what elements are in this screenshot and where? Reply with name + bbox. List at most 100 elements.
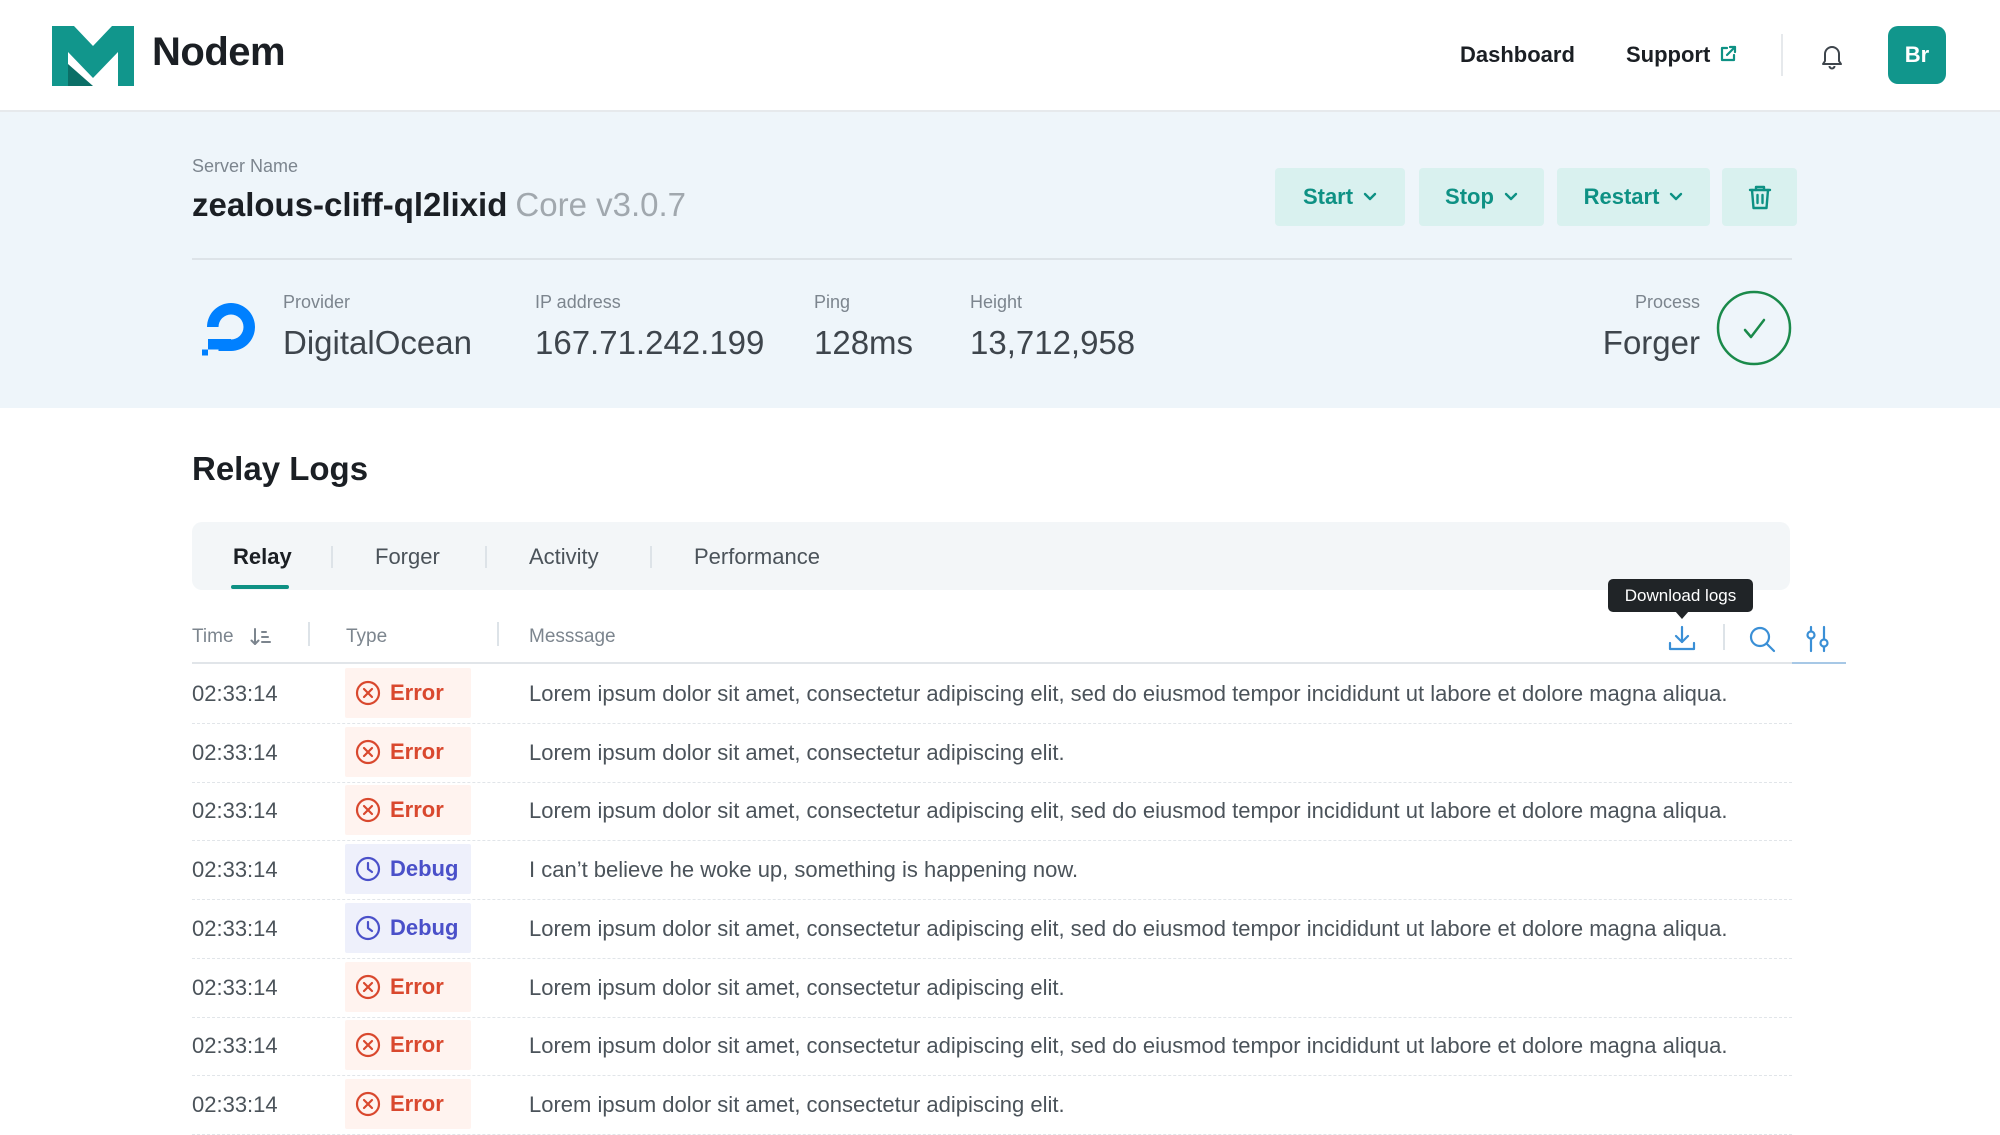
chevron-down-icon: [1670, 192, 1683, 201]
process-value: Forger: [1602, 324, 1700, 361]
log-time: 02:33:14: [192, 739, 278, 765]
tab-separator: [485, 546, 487, 568]
log-type-label: Error: [390, 973, 444, 999]
debug-clock-icon: [355, 856, 381, 882]
tab-relay[interactable]: Relay: [233, 544, 292, 570]
column-separator: [497, 622, 499, 646]
tab-forger[interactable]: Forger: [375, 544, 440, 570]
trash-icon: [1748, 185, 1771, 210]
tab-separator: [331, 546, 333, 568]
log-type-badge: Error: [345, 961, 471, 1012]
user-avatar[interactable]: Br: [1888, 26, 1946, 84]
tab-activity[interactable]: Activity: [529, 544, 599, 570]
log-type-badge: Error: [345, 1078, 471, 1129]
log-type-badge: Debug: [345, 844, 471, 895]
bell-icon[interactable]: [1819, 42, 1845, 70]
log-row[interactable]: 02:33:14 Error Lorem ipsum dolor sit amet,…: [192, 665, 1792, 724]
tab-performance[interactable]: Performance: [694, 544, 820, 570]
download-icon[interactable]: [1666, 623, 1698, 655]
process-status-check-icon: [1716, 290, 1792, 366]
delete-server-button[interactable]: [1722, 168, 1797, 226]
external-link-icon[interactable]: [1718, 44, 1738, 64]
log-message: Lorem ipsum dolor sit amet, consectetur …: [529, 1033, 1728, 1059]
digitalocean-logo-icon: [202, 303, 255, 356]
toolbar-separator: [1723, 624, 1725, 650]
log-type-label: Error: [390, 1032, 444, 1058]
error-x-circle-icon: [355, 798, 381, 823]
log-type-label: Error: [390, 1090, 444, 1116]
filter-settings-icon[interactable]: [1802, 623, 1834, 655]
error-x-circle-icon: [355, 1091, 381, 1116]
chevron-down-icon: [1504, 192, 1518, 201]
log-type-label: Debug: [390, 856, 459, 882]
tab-separator: [650, 546, 652, 568]
stop-label: Stop: [1445, 184, 1494, 209]
log-row[interactable]: 02:33:14 Error Lorem ipsum dolor sit amet,…: [192, 1076, 1792, 1135]
column-header-message[interactable]: Messsage: [529, 626, 616, 648]
server-title: zealous-cliff-ql2lixid Core v3.0.7: [192, 186, 686, 224]
log-time: 02:33:14: [192, 1033, 278, 1059]
nav-support-link[interactable]: Support: [1626, 42, 1710, 68]
log-message: Lorem ipsum dolor sit amet, consectetur …: [529, 798, 1728, 824]
log-time: 02:33:14: [192, 915, 278, 941]
provider-label: Provider: [283, 292, 351, 312]
error-x-circle-icon: [355, 739, 381, 764]
server-version: Core v3.0.7: [515, 186, 686, 223]
error-x-circle-icon: [355, 680, 381, 706]
log-row[interactable]: 02:33:14 Debug Lorem ipsum dolor sit amet,…: [192, 900, 1792, 959]
log-message: Lorem ipsum dolor sit amet, consectetur …: [529, 681, 1728, 706]
column-header-type[interactable]: Type: [346, 626, 387, 648]
height-value: 13,712,958: [970, 324, 1136, 361]
restart-label: Restart: [1583, 184, 1660, 209]
process-label: Process: [1634, 292, 1700, 312]
ping-label: Ping: [814, 292, 851, 312]
server-name: zealous-cliff-ql2lixid: [192, 186, 508, 223]
nodem-logo-icon[interactable]: [52, 26, 134, 86]
log-message: I can’t believe he woke up, something is…: [529, 857, 1079, 883]
provider-value: DigitalOcean: [283, 324, 472, 361]
log-time: 02:33:14: [192, 681, 278, 706]
log-time: 02:33:14: [192, 974, 278, 1000]
panel-divider: [192, 258, 1792, 260]
error-x-circle-icon: [355, 974, 381, 999]
log-time: 02:33:14: [192, 1091, 278, 1117]
tooltip-arrow: [1675, 611, 1689, 619]
chevron-down-icon: [1363, 192, 1377, 201]
server-header-panel: [0, 112, 2000, 408]
column-separator: [308, 622, 310, 646]
active-tab-indicator: [231, 585, 289, 589]
search-icon[interactable]: [1746, 623, 1778, 655]
log-type-badge: Error: [345, 726, 471, 777]
log-type-label: Error: [390, 680, 444, 705]
error-x-circle-icon: [355, 1033, 381, 1058]
log-message: Lorem ipsum dolor sit amet, consectetur …: [529, 739, 1065, 765]
logs-tab-bar: Relay Forger Activity Performance: [192, 522, 1790, 590]
column-header-time[interactable]: Time: [192, 626, 234, 648]
stop-button[interactable]: Stop: [1419, 168, 1544, 226]
log-type-badge: Error: [345, 1020, 471, 1071]
log-row[interactable]: 02:33:14 Error Lorem ipsum dolor sit amet,…: [192, 724, 1792, 783]
brand-name[interactable]: Nodem: [152, 30, 286, 75]
restart-button[interactable]: Restart: [1557, 168, 1710, 226]
start-label: Start: [1302, 184, 1354, 209]
start-button[interactable]: Start: [1275, 168, 1405, 226]
top-navbar: Nodem Dashboard Support Br: [0, 0, 2000, 112]
log-message: Lorem ipsum dolor sit amet, consectetur …: [529, 974, 1065, 1000]
log-message: Lorem ipsum dolor sit amet, consectetur …: [529, 915, 1728, 941]
height-label: Height: [970, 292, 1023, 312]
log-row[interactable]: 02:33:14 Debug I can’t believe he woke up,…: [192, 841, 1792, 901]
log-row[interactable]: 02:33:14 Error Lorem ipsum dolor sit amet,…: [192, 1017, 1792, 1077]
nav-dashboard-link[interactable]: Dashboard: [1460, 42, 1575, 68]
server-name-label: Server Name: [192, 156, 299, 176]
log-row[interactable]: 02:33:14 Error Lorem ipsum dolor sit amet,…: [192, 782, 1792, 842]
log-type-badge: Error: [345, 668, 471, 718]
log-type-label: Debug: [390, 914, 459, 940]
log-type-label: Error: [390, 738, 444, 764]
sort-descending-icon[interactable]: [250, 627, 272, 647]
log-message: Lorem ipsum dolor sit amet, consectetur …: [529, 1091, 1065, 1117]
toolbar-active-underline: [1792, 662, 1846, 664]
ping-value: 128ms: [814, 324, 914, 361]
table-header-border: [192, 662, 1792, 664]
log-row[interactable]: 02:33:14 Error Lorem ipsum dolor sit amet,…: [192, 959, 1792, 1018]
logs-section-title: Relay Logs: [192, 450, 369, 487]
